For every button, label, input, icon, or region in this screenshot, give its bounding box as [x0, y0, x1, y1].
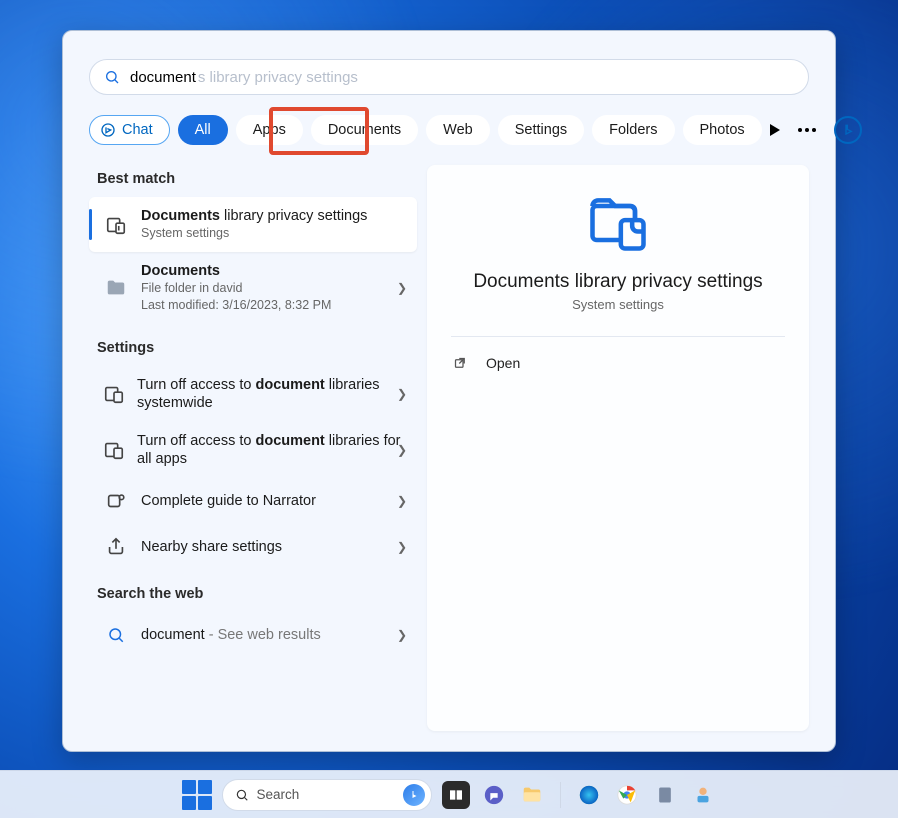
edge-button[interactable]: [575, 781, 603, 809]
bing-chat-button[interactable]: [834, 116, 862, 144]
teams-chat-button[interactable]: [480, 781, 508, 809]
tab-folders[interactable]: Folders: [592, 115, 674, 145]
result-title: Turn off access to document libraries fo…: [137, 432, 403, 468]
divider: [451, 336, 785, 337]
tab-chat-label: Chat: [122, 122, 153, 138]
tab-chat[interactable]: Chat: [89, 115, 170, 145]
tab-settings[interactable]: Settings: [498, 115, 584, 145]
section-best-match: Best match: [97, 171, 417, 187]
result-title: Nearby share settings: [141, 538, 282, 556]
preview-subtitle: System settings: [572, 297, 664, 312]
tab-web[interactable]: Web: [426, 115, 490, 145]
narrator-icon: [103, 488, 129, 514]
preview-pane: Documents library privacy settings Syste…: [427, 165, 809, 731]
result-documents-privacy-settings[interactable]: Documents library privacy settings Syste…: [89, 197, 417, 252]
tab-all[interactable]: All: [178, 115, 228, 145]
start-search-panel: documents library privacy settings Chat …: [62, 30, 836, 752]
taskbar: Search: [0, 770, 898, 818]
search-icon: [104, 69, 120, 85]
result-subtitle: System settings: [141, 225, 367, 242]
result-title: Complete guide to Narrator: [141, 492, 316, 510]
result-nearby-share[interactable]: Nearby share settings ❯: [89, 524, 417, 570]
result-search-web[interactable]: document - See web results ❯: [89, 612, 417, 658]
app-pinned-1[interactable]: [651, 781, 679, 809]
library-large-icon: [584, 189, 652, 257]
search-input[interactable]: documents library privacy settings: [89, 59, 809, 95]
open-label: Open: [486, 355, 520, 371]
result-title: document - See web results: [141, 626, 321, 644]
more-options-button[interactable]: [798, 128, 816, 132]
chevron-right-icon: ❯: [397, 494, 407, 508]
chevron-right-icon: ❯: [397, 540, 407, 554]
result-title: Documents: [141, 262, 331, 280]
result-narrator-guide[interactable]: Complete guide to Narrator ❯: [89, 478, 417, 524]
start-button[interactable]: [182, 780, 212, 810]
search-typed-text: document: [130, 69, 196, 86]
search-icon: [235, 788, 249, 802]
taskbar-separator: [560, 782, 561, 808]
play-icon[interactable]: [770, 124, 780, 136]
chevron-right-icon: ❯: [397, 281, 407, 295]
taskbar-search[interactable]: Search: [222, 779, 432, 811]
result-subtitle: File folder in david: [141, 280, 331, 297]
tab-apps[interactable]: Apps: [236, 115, 303, 145]
library-icon: [103, 212, 129, 238]
chrome-button[interactable]: [613, 781, 641, 809]
app-pinned-2[interactable]: [689, 781, 717, 809]
result-documents-folder[interactable]: Documents File folder in david Last modi…: [89, 252, 417, 324]
open-icon: [453, 356, 468, 371]
chevron-right-icon: ❯: [397, 443, 407, 457]
bing-chat-icon: [100, 122, 116, 138]
results-column: Best match Documents library privacy set…: [89, 165, 417, 731]
folder-icon: [103, 275, 129, 301]
tab-photos[interactable]: Photos: [683, 115, 762, 145]
library-icon: [103, 381, 125, 407]
result-title: Turn off access to document libraries sy…: [137, 376, 403, 412]
section-settings: Settings: [97, 340, 417, 356]
filter-tab-row: Chat All Apps Documents Web Settings Fol…: [89, 115, 809, 145]
result-subtitle-2: Last modified: 3/16/2023, 8:32 PM: [141, 297, 331, 314]
preview-title: Documents library privacy settings: [473, 271, 762, 293]
task-view-button[interactable]: [442, 781, 470, 809]
result-title: Documents library privacy settings: [141, 207, 367, 225]
result-turn-off-systemwide[interactable]: Turn off access to document libraries sy…: [89, 366, 417, 422]
section-search-web: Search the web: [97, 586, 417, 602]
share-icon: [103, 534, 129, 560]
file-explorer-button[interactable]: [518, 781, 546, 809]
bing-icon: [403, 784, 425, 806]
library-icon: [103, 437, 125, 463]
chevron-right-icon: ❯: [397, 387, 407, 401]
search-icon: [103, 622, 129, 648]
tab-documents[interactable]: Documents: [311, 115, 418, 145]
bing-icon: [840, 122, 856, 138]
taskbar-search-placeholder: Search: [257, 787, 300, 802]
result-turn-off-all-apps[interactable]: Turn off access to document libraries fo…: [89, 422, 417, 478]
chevron-right-icon: ❯: [397, 628, 407, 642]
search-autocomplete: s library privacy settings: [198, 69, 358, 86]
open-action[interactable]: Open: [451, 351, 522, 375]
